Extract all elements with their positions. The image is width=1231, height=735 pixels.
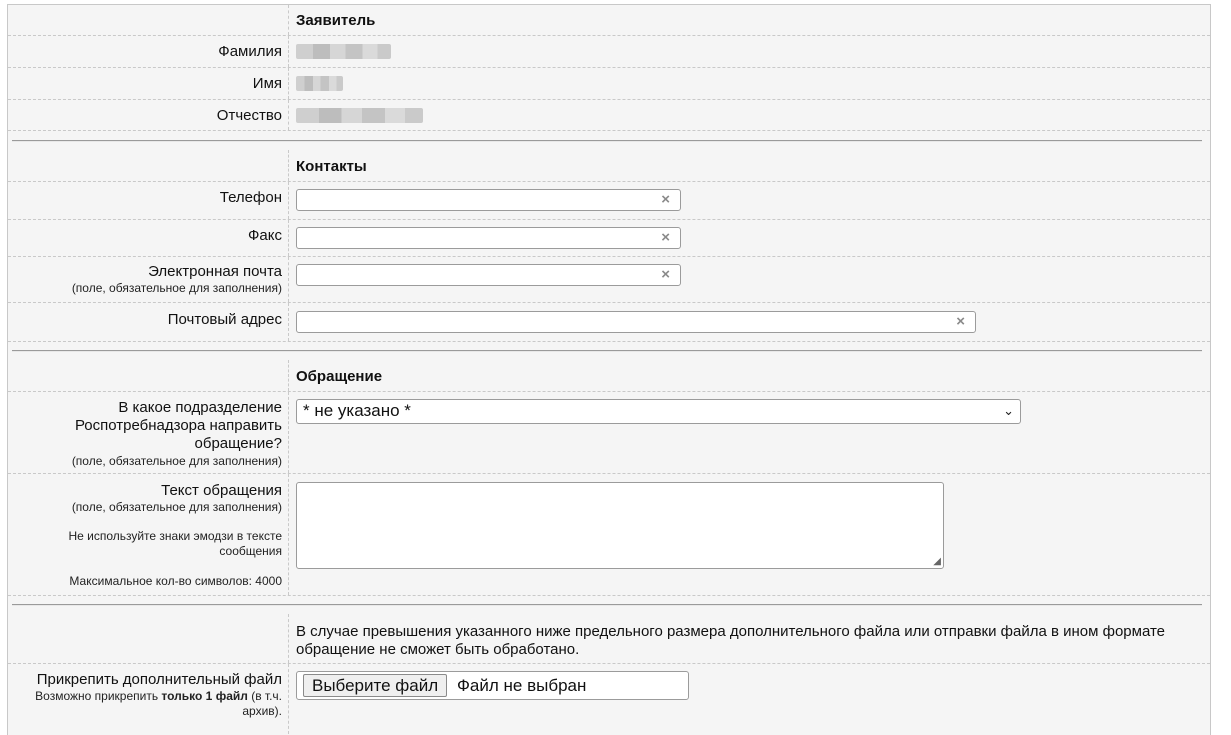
- file-status: Файл не выбран: [457, 676, 587, 695]
- attachment-warning-row: В случае превышения указанного ниже пред…: [8, 614, 1210, 664]
- contacts-header-row: Контакты: [8, 150, 1210, 182]
- resize-handle-icon[interactable]: ◢: [933, 556, 941, 567]
- request-text-label: Текст обращения: [161, 482, 282, 499]
- request-text-required-note: (поле, обязательное для заполнения): [71, 500, 282, 514]
- patronymic-row: Отчество: [8, 100, 1210, 131]
- department-label: В какое подразделение Роспотребнадзора н…: [74, 399, 282, 452]
- first-name-label: Имя: [252, 75, 282, 92]
- postal-address-label: Почтовый адрес: [167, 311, 282, 328]
- first-name-row: Имя: [8, 68, 1210, 100]
- clear-fax-icon[interactable]: ×: [661, 230, 670, 246]
- applicant-section-title: Заявитель: [296, 12, 376, 29]
- section-divider: [8, 597, 1210, 614]
- request-text-row: Текст обращения (поле, обязательное для …: [8, 474, 1210, 596]
- attachment-note-suffix: (в т.ч. архив).: [242, 689, 282, 718]
- last-name-value-redacted: [296, 44, 391, 59]
- fax-input[interactable]: ×: [296, 227, 681, 249]
- postal-address-row: Почтовый адрес ×: [8, 303, 1210, 342]
- phone-label: Телефон: [219, 189, 282, 206]
- fax-row: Факс ×: [8, 220, 1210, 257]
- attachment-warning-text: В случае превышения указанного ниже пред…: [296, 623, 1165, 658]
- attachment-row: Прикрепить дополнительный файл Возможно …: [8, 664, 1210, 734]
- email-label: Электронная почта: [148, 263, 282, 280]
- attachment-note: Возможно прикрепить только 1 файл (в т.ч…: [18, 689, 282, 719]
- attachment-label: Прикрепить дополнительный файл: [36, 671, 282, 688]
- request-header-row: Обращение: [8, 360, 1210, 392]
- emoji-note: Не используйте знаки эмодзи в тексте соо…: [68, 529, 282, 558]
- email-row: Электронная почта (поле, обязательное дл…: [8, 257, 1210, 303]
- file-input[interactable]: Выберите файл Файл не выбран: [296, 671, 689, 700]
- department-required-note: (поле, обязательное для заполнения): [71, 454, 282, 468]
- applicant-header-row: Заявитель: [8, 5, 1210, 36]
- clear-address-icon[interactable]: ×: [956, 314, 965, 330]
- chevron-down-icon: ⌄: [1003, 403, 1014, 418]
- attachment-note-bold: только 1 файл: [161, 689, 248, 703]
- email-required-note: (поле, обязательное для заполнения): [71, 281, 282, 295]
- email-input[interactable]: ×: [296, 264, 681, 286]
- last-name-label: Фамилия: [218, 43, 282, 60]
- phone-input[interactable]: ×: [296, 189, 681, 211]
- patronymic-value-redacted: [296, 108, 423, 123]
- patronymic-label: Отчество: [216, 107, 282, 124]
- department-selected-value: * не указано *: [303, 401, 411, 420]
- department-select[interactable]: * не указано * ⌄: [296, 399, 1021, 424]
- attachment-note-prefix: Возможно прикрепить: [35, 689, 162, 703]
- clear-phone-icon[interactable]: ×: [661, 192, 670, 208]
- fax-label: Факс: [248, 227, 282, 244]
- request-form: Заявитель Фамилия Имя Отчество Контакты …: [7, 4, 1211, 735]
- phone-row: Телефон ×: [8, 182, 1210, 220]
- section-divider: [8, 343, 1210, 360]
- last-name-row: Фамилия: [8, 36, 1210, 68]
- request-section-title: Обращение: [296, 368, 383, 385]
- department-row: В какое подразделение Роспотребнадзора н…: [8, 392, 1210, 474]
- max-chars-note: Максимальное кол-во символов: 4000: [69, 574, 282, 588]
- section-divider: [8, 133, 1210, 150]
- clear-email-icon[interactable]: ×: [661, 267, 670, 283]
- postal-address-input[interactable]: ×: [296, 311, 976, 333]
- first-name-value-redacted: [296, 76, 343, 91]
- contacts-section-title: Контакты: [296, 158, 367, 175]
- request-text-area[interactable]: ◢: [296, 482, 944, 569]
- choose-file-button[interactable]: Выберите файл: [303, 674, 448, 697]
